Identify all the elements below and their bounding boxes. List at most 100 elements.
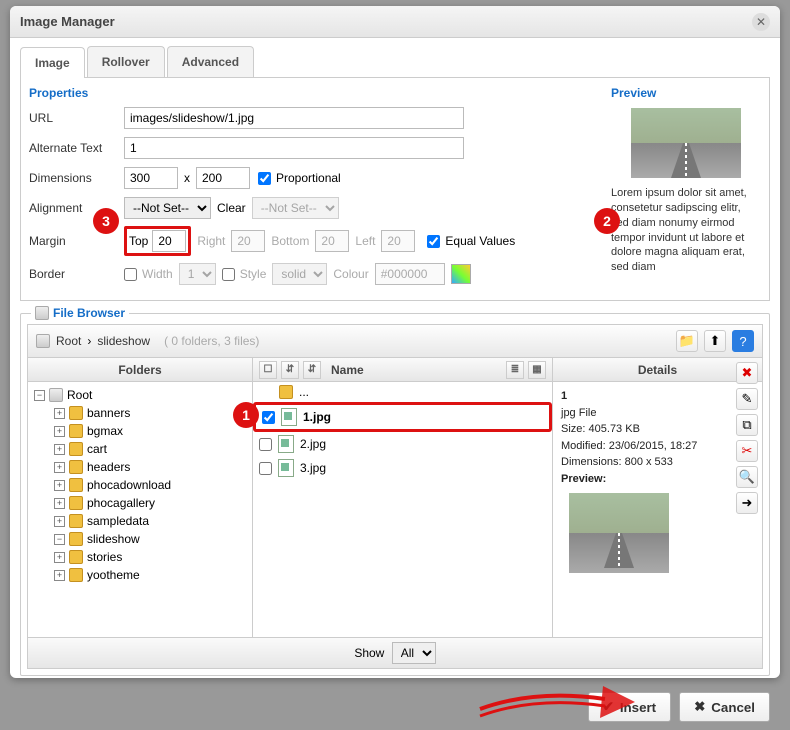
folder-icon <box>69 460 83 474</box>
detail-size-label: Size: <box>561 423 585 435</box>
tree-root[interactable]: Root <box>67 388 92 402</box>
folder-icon <box>69 442 83 456</box>
breadcrumb-root[interactable]: Root <box>56 334 81 348</box>
annotation-marker-1: 1 <box>233 402 259 428</box>
tree-collapse-icon[interactable]: − <box>34 390 45 401</box>
file-browser-legend: File Browser <box>31 306 129 320</box>
breadcrumb-separator: › <box>87 334 91 348</box>
file-checkbox[interactable] <box>259 438 272 451</box>
image-file-icon <box>281 408 297 426</box>
file-name[interactable]: 2.jpg <box>300 437 326 451</box>
insert-file-icon[interactable]: ➜ <box>736 492 758 514</box>
tree-folder[interactable]: cart <box>87 442 107 456</box>
file-checkbox[interactable] <box>259 462 272 475</box>
column-header-folders: Folders <box>28 358 252 382</box>
file-checkbox[interactable] <box>262 411 275 424</box>
tree-folder[interactable]: yootheme <box>87 568 140 582</box>
select-all-checkbox[interactable]: ☐ <box>259 361 277 379</box>
file-up[interactable]: ... <box>299 385 309 399</box>
tree-folder[interactable]: headers <box>87 460 130 474</box>
delete-icon[interactable]: ✖ <box>736 362 758 384</box>
height-field[interactable] <box>196 167 250 189</box>
folder-tree: − Root + banners + bgmax + cart + headers + phocad… <box>28 382 252 588</box>
copy-icon[interactable]: ⧉ <box>736 414 758 436</box>
color-swatch-icon[interactable] <box>451 264 471 284</box>
tree-folder[interactable]: banners <box>87 406 130 420</box>
disk-icon <box>35 306 49 320</box>
alignment-select[interactable]: --Not Set-- <box>124 197 211 219</box>
tree-expand-icon[interactable]: + <box>54 498 65 509</box>
rename-icon[interactable]: ✎ <box>736 388 758 410</box>
proportional-checkbox[interactable] <box>258 172 271 185</box>
preview-heading: Preview <box>611 86 761 100</box>
view-grid-icon[interactable]: ▦ <box>528 361 546 379</box>
tree-expand-icon[interactable]: + <box>54 516 65 527</box>
detail-modified-label: Modified: <box>561 440 606 452</box>
tree-folder[interactable]: phocagallery <box>87 496 155 510</box>
folder-summary: ( 0 folders, 3 files) <box>164 334 259 348</box>
margin-right-label: Right <box>197 234 225 248</box>
tab-advanced[interactable]: Advanced <box>167 46 254 77</box>
width-field[interactable] <box>124 167 178 189</box>
tree-folder[interactable]: sampledata <box>87 514 149 528</box>
tree-expand-icon[interactable]: + <box>54 426 65 437</box>
annotation-marker-2: 2 <box>594 208 620 234</box>
tree-folder[interactable]: bgmax <box>87 424 123 438</box>
file-name[interactable]: 3.jpg <box>300 461 326 475</box>
border-style-select[interactable]: solid <box>272 263 327 285</box>
show-label: Show <box>354 646 384 660</box>
folder-icon <box>69 406 83 420</box>
margin-top-label: Top <box>129 234 148 248</box>
clear-select[interactable]: --Not Set-- <box>252 197 339 219</box>
file-list: ... 1.jpg 2.jpg 3.jpg <box>253 382 552 480</box>
show-select[interactable]: All <box>392 642 436 664</box>
tab-bar: Image Rollover Advanced <box>20 46 770 78</box>
border-colour-field[interactable] <box>375 263 445 285</box>
dimensions-label: Dimensions <box>29 171 124 185</box>
close-icon[interactable]: ✕ <box>752 13 770 31</box>
border-style-checkbox[interactable] <box>222 268 235 281</box>
breadcrumb-current[interactable]: slideshow <box>97 334 150 348</box>
cancel-button[interactable]: ✖ Cancel <box>679 692 770 722</box>
margin-right-field <box>231 230 265 252</box>
margin-top-field[interactable] <box>152 230 186 252</box>
insert-button[interactable]: ✔ Insert <box>588 692 671 722</box>
tree-folder[interactable]: phocadownload <box>87 478 171 492</box>
tree-folder[interactable]: stories <box>87 550 122 564</box>
upload-icon[interactable]: ⬆ <box>704 330 726 352</box>
tree-expand-icon[interactable]: + <box>54 462 65 473</box>
tree-expand-icon[interactable]: − <box>54 534 65 545</box>
tree-expand-icon[interactable]: + <box>54 480 65 491</box>
tree-expand-icon[interactable]: + <box>54 408 65 419</box>
drive-icon <box>36 334 50 348</box>
view-list-icon[interactable]: ≣ <box>506 361 524 379</box>
margin-left-field <box>381 230 415 252</box>
cut-icon[interactable]: ✂ <box>736 440 758 462</box>
clear-label: Clear <box>217 201 246 215</box>
new-folder-icon[interactable]: 📁 <box>676 330 698 352</box>
tab-image[interactable]: Image <box>20 47 85 78</box>
border-width-checkbox[interactable] <box>124 268 137 281</box>
margin-left-label: Left <box>355 234 375 248</box>
tree-expand-icon[interactable]: + <box>54 552 65 563</box>
tab-rollover[interactable]: Rollover <box>87 46 165 77</box>
tree-folder[interactable]: slideshow <box>87 532 140 546</box>
sort-name-icon[interactable]: ⇵ <box>303 361 321 379</box>
url-field[interactable] <box>124 107 464 129</box>
margin-top-highlight: Top <box>124 226 191 256</box>
alt-field[interactable] <box>124 137 464 159</box>
folder-up-icon <box>279 385 293 399</box>
border-width-select[interactable]: 1 <box>179 263 216 285</box>
folder-icon <box>69 478 83 492</box>
file-name[interactable]: 1.jpg <box>303 410 331 424</box>
url-label: URL <box>29 111 124 125</box>
tree-expand-icon[interactable]: + <box>54 570 65 581</box>
equal-values-checkbox[interactable] <box>427 235 440 248</box>
tree-expand-icon[interactable]: + <box>54 444 65 455</box>
folder-icon <box>69 568 83 582</box>
border-width-label: Width <box>142 267 173 281</box>
help-icon[interactable]: ? <box>732 330 754 352</box>
zoom-icon[interactable]: 🔍 <box>736 466 758 488</box>
preview-lorem: Lorem ipsum dolor sit amet, consetetur s… <box>611 186 761 275</box>
sort-ext-icon[interactable]: ⇵ <box>281 361 299 379</box>
